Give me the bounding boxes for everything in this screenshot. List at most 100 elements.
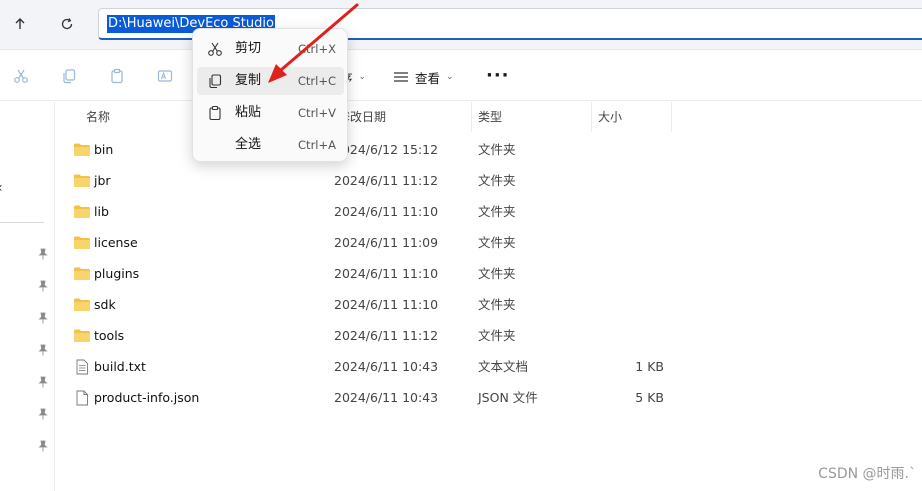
folder-icon	[73, 297, 91, 312]
file-list: bin 2024/6/12 15:12 文件夹 jbr 2024/6/11 11:12 文…	[56, 134, 922, 413]
file-date: 2024/6/11 11:09	[334, 235, 439, 250]
file-size	[596, 196, 664, 227]
refresh-button[interactable]	[53, 10, 81, 38]
menu-item-label: 复制	[235, 73, 262, 88]
file-date: 2024/6/11 11:12	[334, 173, 439, 188]
file-size: 5 KB	[635, 390, 664, 405]
file-date: 2024/6/11 10:43	[334, 359, 439, 374]
context-menu: 剪切 Ctrl+X 复制 Ctrl+C 粘贴 Ctrl+V 全选 Ctrl+A	[192, 28, 348, 162]
file-type: 文件夹	[478, 266, 516, 281]
file-name[interactable]: sdk	[94, 289, 116, 320]
pin-icon[interactable]	[37, 440, 49, 452]
menu-item-cut[interactable]: 剪切 Ctrl+X	[197, 35, 344, 63]
folder-icon	[73, 142, 91, 157]
file-icon	[73, 390, 91, 406]
menu-item-label: 全选	[235, 137, 262, 152]
folder-icon	[73, 235, 91, 250]
column-header-row: 名称 修改日期 类型 大小	[56, 102, 922, 132]
file-row[interactable]: lib 2024/6/11 11:10 文件夹	[56, 196, 922, 227]
file-date: 2024/6/11 11:10	[334, 297, 439, 312]
chevron-down-icon: ⌄	[358, 72, 367, 82]
file-name[interactable]: build.txt	[94, 351, 146, 382]
file-size	[596, 134, 664, 165]
clipboard-icon	[111, 68, 123, 84]
file-row[interactable]: plugins 2024/6/11 11:10 文件夹	[56, 258, 922, 289]
file-type: 文件夹	[478, 173, 516, 188]
file-name[interactable]: jbr	[94, 165, 111, 196]
file-type: 文件夹	[478, 297, 516, 312]
menu-item-label: 剪切	[235, 41, 262, 56]
copy-icon	[207, 73, 223, 89]
file-row[interactable]: tools 2024/6/11 11:12 文件夹	[56, 320, 922, 351]
paste-tool-button[interactable]	[108, 67, 126, 85]
file-date: 2024/6/11 11:12	[334, 328, 439, 343]
more-options-button[interactable]: ···	[486, 65, 510, 86]
file-date: 2024/6/11 11:10	[334, 204, 439, 219]
file-date: 2024/6/12 15:12	[334, 142, 439, 157]
folder-icon	[73, 328, 91, 343]
rename-icon	[157, 70, 173, 82]
copy-tool-button[interactable]	[60, 67, 78, 85]
file-row[interactable]: sdk 2024/6/11 11:10 文件夹	[56, 289, 922, 320]
pin-icon[interactable]	[37, 312, 49, 324]
file-type: 文本文档	[478, 359, 529, 374]
file-type: 文件夹	[478, 204, 516, 219]
file-size	[596, 227, 664, 258]
watermark: CSDN @时雨.`	[818, 466, 916, 482]
divider	[0, 222, 44, 223]
clipboard-icon	[207, 105, 223, 121]
file-size	[596, 320, 664, 351]
file-name[interactable]: tools	[94, 320, 124, 351]
column-header-type[interactable]: 类型	[472, 102, 592, 132]
file-size	[596, 165, 664, 196]
view-label: 查看	[415, 70, 441, 86]
file-row[interactable]: product-info.json 2024/6/11 10:43 JSON 文件 5…	[56, 382, 922, 413]
column-header-date[interactable]: 修改日期	[332, 102, 472, 132]
scissors-icon	[14, 69, 28, 83]
menu-item-shortcut: Ctrl+V	[298, 106, 336, 120]
file-type: 文件夹	[478, 235, 516, 250]
chevron-left-icon[interactable]: ‹	[0, 180, 3, 196]
file-type: 文件夹	[478, 142, 516, 157]
pin-icon[interactable]	[37, 280, 49, 292]
cut-tool-button[interactable]	[12, 67, 30, 85]
file-name[interactable]: bin	[94, 134, 113, 165]
up-button[interactable]	[6, 10, 34, 38]
folder-icon	[73, 204, 91, 219]
menu-item-shortcut: Ctrl+C	[297, 74, 336, 88]
pin-icon[interactable]	[37, 408, 49, 420]
pin-icon[interactable]	[37, 248, 49, 260]
folder-icon	[73, 173, 91, 188]
arrow-up-icon	[15, 18, 25, 29]
navigation-bar: D:\Huawei\DevEco Studio	[0, 0, 922, 50]
menu-item-select-all[interactable]: 全选 Ctrl+A	[197, 131, 344, 159]
navigation-pane: ‹	[0, 102, 55, 491]
folder-icon	[73, 266, 91, 281]
file-row[interactable]: license 2024/6/11 11:09 文件夹	[56, 227, 922, 258]
menu-item-shortcut: Ctrl+X	[298, 42, 336, 56]
column-header-size[interactable]: 大小	[592, 102, 672, 132]
command-toolbar: 序 ⌄ 查看 ⌄ ···	[0, 51, 922, 101]
file-size	[596, 258, 664, 289]
file-size	[596, 289, 664, 320]
file-type: 文件夹	[478, 328, 516, 343]
file-row[interactable]: build.txt 2024/6/11 10:43 文本文档 1 KB	[56, 351, 922, 382]
file-row[interactable]: bin 2024/6/12 15:12 文件夹	[56, 134, 922, 165]
file-name[interactable]: product-info.json	[94, 382, 199, 413]
file-name[interactable]: license	[94, 227, 138, 258]
file-name[interactable]: lib	[94, 196, 109, 227]
menu-item-paste[interactable]: 粘贴 Ctrl+V	[197, 99, 344, 127]
file-date: 2024/6/11 10:43	[334, 390, 439, 405]
file-type: JSON 文件	[478, 390, 538, 405]
menu-item-label: 粘贴	[235, 105, 262, 120]
pin-icon[interactable]	[37, 376, 49, 388]
file-name[interactable]: plugins	[94, 258, 139, 289]
pin-icon[interactable]	[37, 344, 49, 356]
chevron-down-icon: ⌄	[446, 72, 454, 82]
file-date: 2024/6/11 11:10	[334, 266, 439, 281]
rename-tool-button[interactable]	[156, 67, 174, 85]
file-row[interactable]: jbr 2024/6/11 11:12 文件夹	[56, 165, 922, 196]
text-file-icon	[73, 359, 91, 375]
view-button[interactable]: 查看 ⌄	[393, 66, 454, 88]
menu-item-copy[interactable]: 复制 Ctrl+C	[197, 67, 344, 95]
